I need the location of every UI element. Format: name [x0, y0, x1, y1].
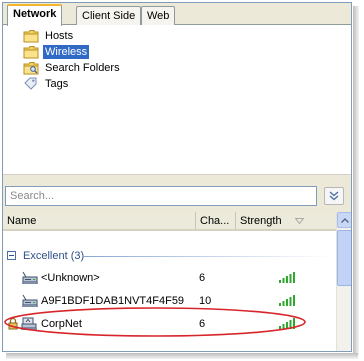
folder-icon [23, 29, 39, 43]
table-row[interactable]: A9F1BDF1DAB1NVT4F4F59 10 [3, 291, 336, 311]
tree-item-label: Search Folders [45, 62, 120, 74]
tree-item-label: Hosts [45, 30, 74, 42]
tree-item-search-folders[interactable]: Search Folders [23, 60, 122, 76]
tree-item-hosts[interactable]: Hosts [23, 28, 75, 44]
tree-item-label: Tags [45, 78, 69, 90]
double-chevron-down-icon [329, 191, 339, 201]
tag-icon [23, 77, 39, 91]
scroll-up-button[interactable] [337, 212, 351, 228]
network-channel: 6 [199, 272, 206, 284]
tab-client-side[interactable]: Client Side [76, 6, 142, 25]
signal-strength-icon [279, 272, 295, 283]
column-header-strength[interactable]: Strength [236, 212, 336, 229]
table-row[interactable]: CorpNet 6 [3, 314, 336, 334]
search-bar [3, 178, 351, 214]
tree-item-label: Wireless [43, 45, 90, 59]
access-point-icon [22, 271, 38, 284]
tab-bar: Network Client Side Web [3, 3, 351, 26]
search-folder-icon [23, 61, 39, 75]
tree-item-wireless[interactable]: Wireless [23, 44, 90, 60]
window-shadow-right [353, 6, 359, 356]
column-header-name[interactable]: Name [3, 212, 196, 229]
network-channel: 6 [199, 318, 206, 330]
group-divider [83, 256, 333, 257]
network-list: Excellent (3) <Unknown> 6 A9F1BDF1DAB1NV… [3, 233, 336, 351]
folder-icon [23, 45, 39, 59]
network-channel: 10 [199, 295, 212, 307]
access-point-icon [22, 294, 38, 307]
collapse-toggle-icon[interactable] [7, 251, 16, 260]
list-header: Name Cha... Strength [3, 212, 336, 231]
window-shadow-bottom [6, 353, 358, 359]
search-input[interactable] [5, 186, 317, 206]
vertical-scrollbar[interactable] [336, 212, 351, 351]
tab-network[interactable]: Network [7, 4, 63, 26]
tab-web[interactable]: Web [141, 6, 176, 25]
column-header-channel[interactable]: Cha... [196, 212, 236, 229]
lock-icon [8, 317, 18, 330]
chevron-up-icon [340, 217, 349, 223]
group-header-excellent[interactable]: Excellent (3) [3, 247, 336, 265]
network-panel: Network Client Side Web Hosts Wireless S… [2, 2, 352, 352]
network-name: A9F1BDF1DAB1NVT4F4F59 [41, 295, 185, 307]
signal-strength-icon [279, 295, 295, 306]
network-name: <Unknown> [41, 272, 100, 284]
scroll-thumb[interactable] [337, 230, 351, 286]
network-tree: Hosts Wireless Search Folders Tags [3, 26, 351, 174]
group-label: Excellent (3) [23, 250, 85, 262]
sort-descending-icon [295, 218, 304, 224]
expand-options-button[interactable] [324, 187, 344, 205]
network-name: CorpNet [41, 318, 82, 330]
access-point-icon [21, 317, 37, 330]
table-row[interactable]: <Unknown> 6 [3, 268, 336, 288]
tree-item-tags[interactable]: Tags [23, 76, 70, 92]
signal-strength-icon [279, 318, 295, 329]
